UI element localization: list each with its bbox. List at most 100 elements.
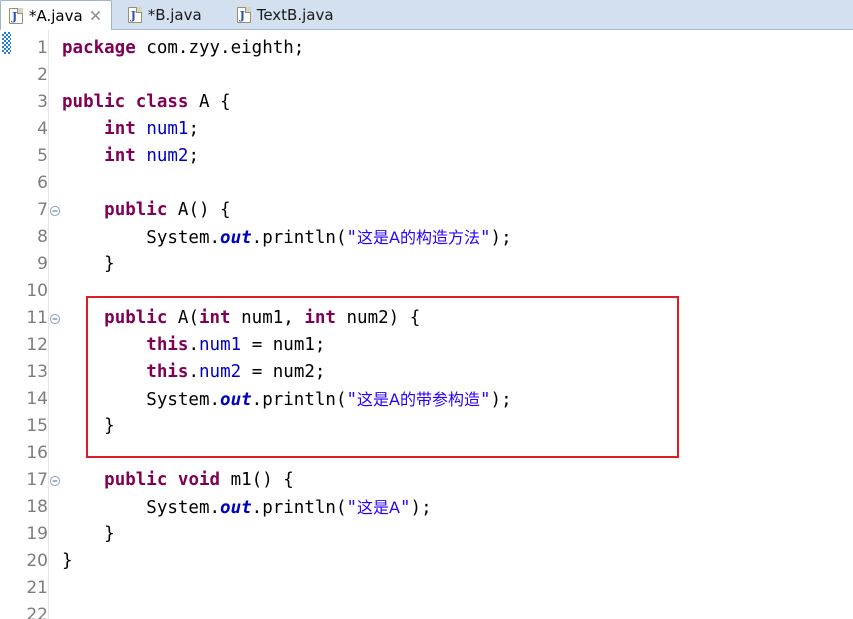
line-number: 7 — [37, 200, 48, 220]
fold-collapse-icon[interactable] — [49, 305, 61, 332]
code-line[interactable]: public class A { — [62, 89, 231, 116]
code-token-plain: } — [62, 524, 115, 544]
code-line[interactable]: public A() { — [62, 197, 230, 224]
editor-tab-bar: *A.java *B.java Text — [0, 0, 853, 30]
code-token-plain: System. — [62, 390, 221, 410]
line-number: 9 — [37, 254, 48, 274]
code-token-plain: num2) { — [335, 308, 421, 328]
code-token-fld: num2 — [199, 362, 242, 382]
code-text-area[interactable]: package com.zyy.eighth; public class A { … — [62, 30, 853, 619]
code-token-stat: out — [220, 228, 252, 248]
folding-ruler[interactable] — [48, 30, 62, 619]
tab-a-java[interactable]: *A.java — [0, 0, 112, 30]
code-token-plain: A( — [167, 308, 199, 328]
code-token-plain: A { — [188, 92, 231, 112]
code-token-str: " — [479, 228, 491, 248]
code-line[interactable]: package com.zyy.eighth; — [62, 35, 304, 62]
line-number: 22 — [26, 605, 48, 619]
code-editor[interactable]: 1 2 3 4 5 6 7 8 9 10 11 12 13 14 15 16 17 18 19 20 21 22 pack… — [0, 30, 853, 619]
line-number: 4 — [37, 119, 48, 139]
code-token-cjk: 这是A — [357, 498, 400, 517]
code-token-plain: } — [62, 551, 73, 571]
line-number: 5 — [37, 146, 48, 166]
quick-diff-changed-marker — [2, 32, 11, 54]
code-line[interactable]: System.out.println("这是A的带参构造"); — [62, 386, 511, 413]
code-token-kw: int — [304, 308, 336, 328]
code-token-kw: public — [104, 308, 168, 328]
fold-collapse-icon[interactable] — [49, 467, 61, 494]
code-token-plain: . — [188, 335, 199, 355]
annotation-ruler[interactable] — [0, 30, 14, 619]
code-token-plain: ; — [188, 146, 200, 166]
line-number: 12 — [26, 335, 48, 355]
code-line[interactable]: } — [62, 251, 115, 278]
code-token-kw: this — [146, 362, 189, 382]
tab-textb-java[interactable]: TextB.java — [229, 0, 343, 29]
code-token-plain: m1() { — [220, 470, 294, 490]
code-line[interactable]: int num2; — [62, 143, 199, 170]
code-token-fld: num2 — [146, 146, 189, 166]
code-line[interactable]: } — [62, 548, 73, 575]
tab-label: *A.java — [29, 6, 83, 25]
code-line[interactable]: int num1; — [62, 116, 199, 143]
line-number: 16 — [26, 443, 48, 463]
line-number: 13 — [26, 362, 48, 382]
java-file-icon — [127, 6, 142, 23]
line-number: 18 — [26, 497, 48, 517]
line-number-ruler: 1 2 3 4 5 6 7 8 9 10 11 12 13 14 15 16 17 18 19 20 21 22 — [14, 30, 48, 619]
line-number: 19 — [26, 524, 48, 544]
code-token-fld: num1 — [146, 119, 189, 139]
tab-b-java[interactable]: *B.java — [120, 0, 211, 29]
code-token-plain: . — [188, 362, 199, 382]
code-token-kw: this — [146, 335, 189, 355]
line-number: 17 — [26, 470, 48, 490]
line-number: 6 — [37, 173, 48, 193]
code-line[interactable]: } — [62, 521, 115, 548]
line-number: 21 — [26, 578, 48, 598]
line-number: 11 — [26, 308, 48, 328]
code-token-str: " — [346, 228, 358, 248]
close-icon[interactable] — [89, 9, 102, 22]
code-line[interactable]: this.num1 = num1; — [62, 332, 325, 359]
tab-label: TextB.java — [256, 5, 334, 24]
code-token-plain: } — [62, 254, 115, 274]
code-line[interactable]: System.out.println("这是A"); — [62, 494, 431, 521]
editor-window: *A.java *B.java Text — [0, 0, 853, 619]
code-line[interactable]: System.out.println("这是A的构造方法"); — [62, 224, 511, 251]
code-token-plain: = num1; — [241, 335, 326, 355]
code-token-plain: } — [62, 416, 115, 436]
code-line[interactable]: } — [62, 413, 115, 440]
code-token-plain: .println( — [251, 228, 347, 248]
code-token-plain: num1, — [230, 308, 305, 328]
code-line[interactable]: public A(int num1, int num2) { — [62, 305, 420, 332]
code-token-str: " — [399, 498, 411, 518]
code-token-plain: System. — [62, 498, 221, 518]
line-number: 8 — [37, 227, 48, 247]
fold-collapse-icon[interactable] — [49, 197, 61, 224]
code-token-str: " — [479, 390, 491, 410]
code-token-kw: public — [62, 92, 126, 112]
code-line[interactable]: this.num2 = num2; — [62, 359, 325, 386]
code-token-kw: void — [177, 470, 221, 490]
code-token-kw: int — [104, 146, 136, 166]
code-token-kw: int — [198, 308, 231, 328]
line-number: 14 — [26, 389, 48, 409]
line-number: 1 — [37, 38, 48, 58]
line-number: 10 — [26, 281, 48, 301]
java-file-icon — [236, 6, 251, 23]
tab-label: *B.java — [147, 5, 202, 24]
line-number: 15 — [26, 416, 48, 436]
code-token-kw: public — [104, 470, 168, 490]
code-token-kw: int — [104, 119, 136, 139]
code-token-stat: out — [220, 498, 252, 518]
code-line[interactable]: public void m1() { — [62, 467, 294, 494]
code-token-plain: ; — [188, 119, 200, 139]
code-token-plain: com.zyy.eighth; — [135, 38, 305, 58]
